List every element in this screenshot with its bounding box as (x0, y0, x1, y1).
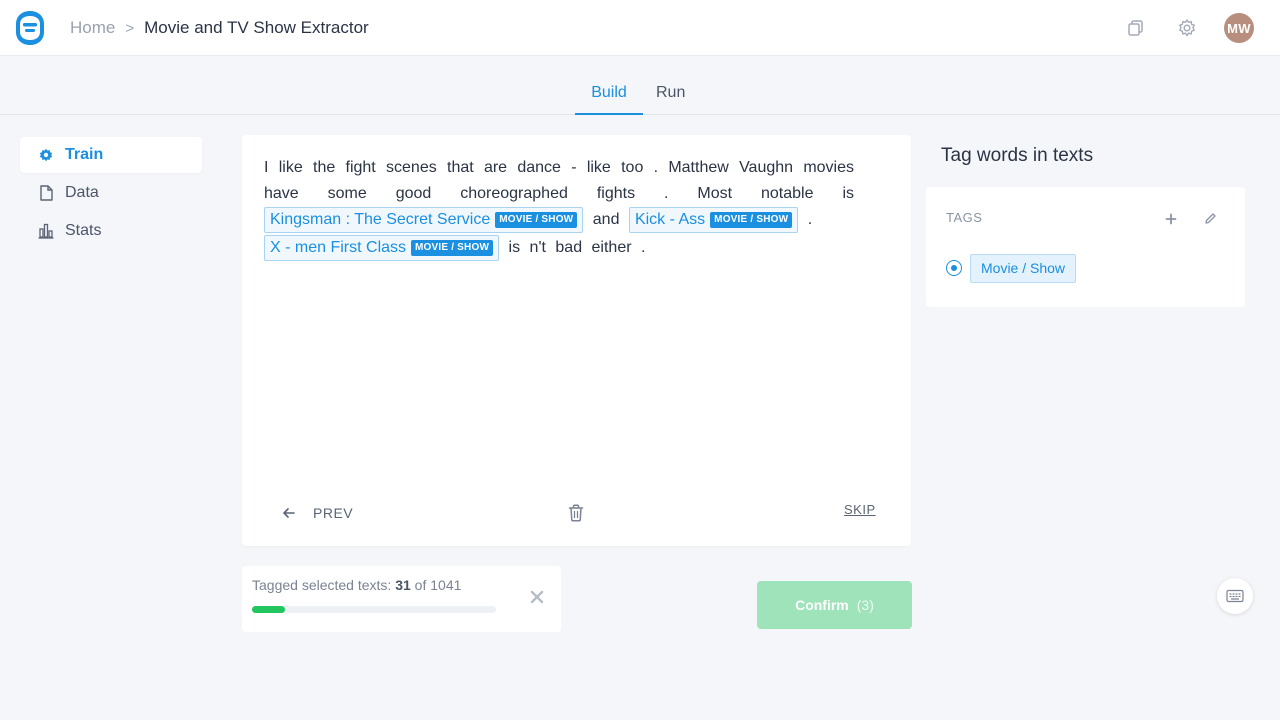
progress-bar (252, 606, 496, 613)
entity-tag-badge: MOVIE / SHOW (495, 212, 578, 228)
progress-text: Tagged selected texts: 31 of 1041 (252, 577, 461, 593)
pencil-icon[interactable] (1204, 212, 1217, 225)
entity-span[interactable]: X - men First Class MOVIE / SHOW (264, 235, 500, 261)
plus-icon[interactable] (1164, 212, 1178, 226)
panel-title: Tag words in texts (941, 145, 1094, 166)
avatar[interactable]: MW (1224, 13, 1254, 43)
sample-text[interactable]: I like the fight scenes that are dance -… (264, 155, 854, 263)
entity-span[interactable]: Kick - Ass MOVIE / SHOW (628, 207, 799, 233)
bar-chart-icon (38, 223, 54, 239)
text-segment: . (807, 211, 813, 228)
entity-span[interactable]: Kingsman : The Secret Service MOVIE / SHO… (264, 207, 584, 233)
tag-chip-movie-show[interactable]: Movie / Show (970, 254, 1077, 283)
text-segment: I like the fight scenes that are dance -… (264, 159, 854, 202)
progress-of: of (414, 577, 427, 593)
entity-text: Kick - Ass (634, 211, 706, 228)
entity-tag-badge: MOVIE / SHOW (411, 240, 494, 256)
tags-card: TAGS Movie / Show (926, 187, 1245, 307)
text-segment: is n't bad either . (508, 239, 646, 256)
prev-label: PREV (313, 505, 354, 521)
sidebar-item-data[interactable]: Data (20, 175, 202, 211)
tags-label: TAGS (946, 210, 983, 225)
breadcrumb: Home > Movie and TV Show Extractor (70, 18, 369, 38)
gear-icon[interactable] (1177, 18, 1197, 38)
text-card: I like the fight scenes that are dance -… (242, 135, 911, 546)
entity-text: X - men First Class (270, 239, 407, 256)
skip-button[interactable]: SKIP (844, 502, 876, 517)
confirm-label: Confirm (795, 597, 849, 613)
progress-bar-fill (252, 606, 285, 613)
app-header: Home > Movie and TV Show Extractor MW (0, 0, 1280, 56)
sidebar-item-label: Stats (65, 222, 102, 239)
logo-icon[interactable] (14, 10, 46, 46)
trash-icon[interactable] (568, 504, 584, 522)
breadcrumb-separator: > (125, 19, 135, 37)
file-icon (40, 185, 53, 201)
confirm-button[interactable]: Confirm (3) (757, 581, 912, 629)
page-title: Movie and TV Show Extractor (144, 18, 369, 37)
gear-icon (39, 148, 53, 162)
progress-done: 31 (395, 577, 411, 593)
copy-icon[interactable] (1125, 18, 1145, 38)
progress-card: Tagged selected texts: 31 of 1041 (242, 566, 561, 632)
text-segment: and (592, 211, 620, 228)
sidebar-item-label: Train (65, 146, 104, 163)
close-icon[interactable] (530, 590, 544, 604)
sidebar-item-stats[interactable]: Stats (20, 213, 202, 249)
progress-total: 1041 (430, 577, 462, 593)
sidebar-item-label: Data (65, 184, 99, 201)
sidebar-item-train[interactable]: Train (20, 137, 202, 173)
progress-label: Tagged selected texts: (252, 577, 392, 593)
keyboard-icon (1226, 589, 1244, 603)
tag-radio[interactable] (946, 260, 962, 276)
prev-button[interactable]: PREV (282, 505, 353, 521)
tab-run[interactable]: Run (656, 84, 685, 115)
keyboard-shortcuts-button[interactable] (1217, 578, 1253, 614)
entity-tag-badge: MOVIE / SHOW (710, 212, 793, 228)
breadcrumb-home[interactable]: Home (70, 18, 115, 38)
arrow-left-icon (283, 508, 295, 518)
entity-text: Kingsman : The Secret Service (270, 211, 491, 228)
tab-build[interactable]: Build (575, 84, 643, 115)
confirm-count: (3) (856, 597, 874, 613)
tab-bar: Build Run (0, 57, 1280, 115)
